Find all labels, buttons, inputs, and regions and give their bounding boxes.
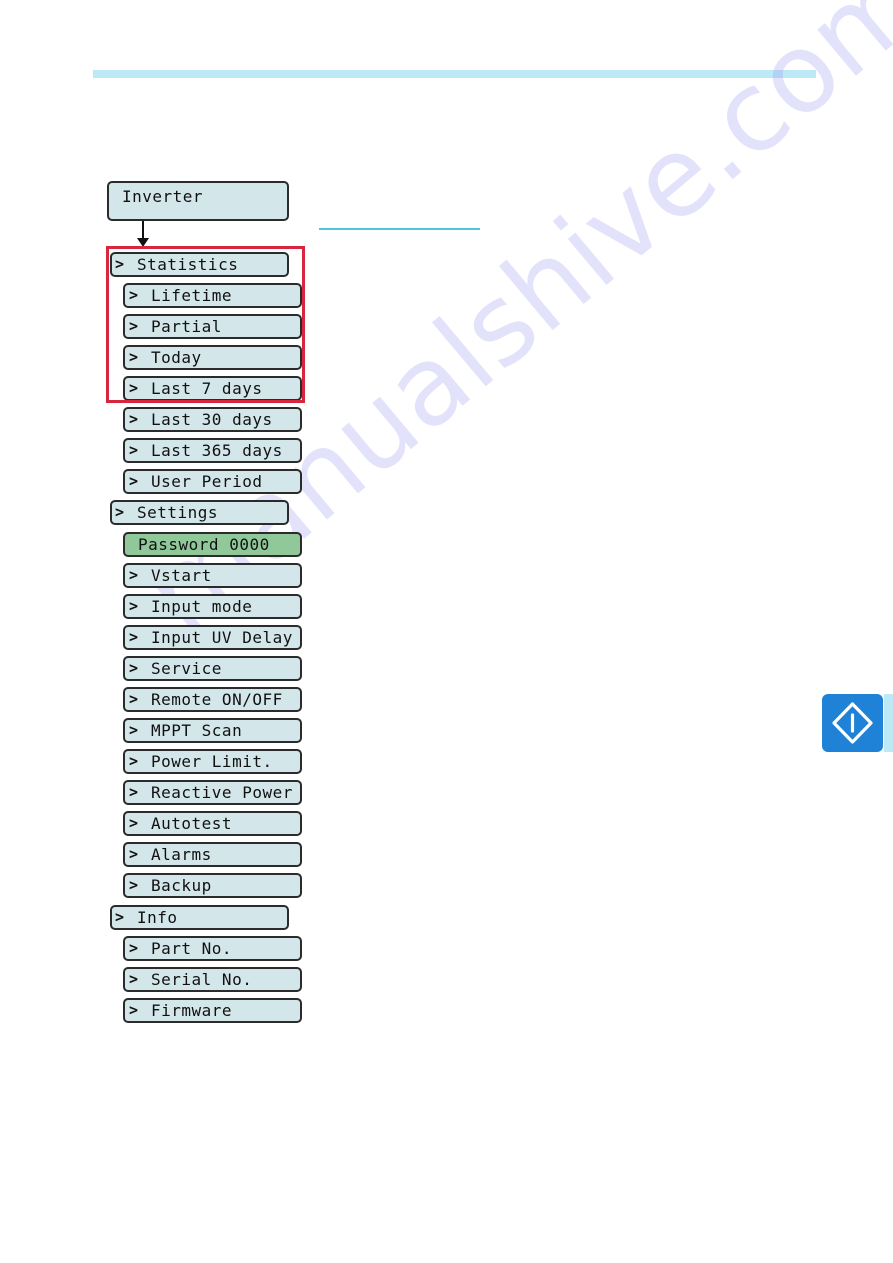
menu-settings[interactable]: > Settings <box>110 500 289 525</box>
section-tab <box>884 694 893 752</box>
chevron-right-icon: > <box>129 690 139 708</box>
chevron-right-icon: > <box>129 441 139 459</box>
menu-label: Part No. <box>151 938 233 958</box>
chevron-right-icon: > <box>115 503 125 521</box>
root-label: Inverter <box>122 187 204 206</box>
chevron-right-icon: > <box>129 597 139 615</box>
menu-label: Input mode <box>151 596 253 616</box>
info-diamond-icon <box>832 702 873 744</box>
menu-item-alarms[interactable]: > Alarms <box>123 842 302 867</box>
chevron-right-icon: > <box>129 1001 139 1019</box>
chevron-right-icon: > <box>129 876 139 894</box>
lcd-root-inverter[interactable]: Inverter <box>107 181 289 221</box>
menu-item-mppt-scan[interactable]: > MPPT Scan <box>123 718 302 743</box>
password-field[interactable]: Password 0000 <box>123 532 302 557</box>
menu-label: Vstart <box>151 565 212 585</box>
menu-item-power-limit[interactable]: > Power Limit. <box>123 749 302 774</box>
menu-label: Power Limit. <box>151 751 273 771</box>
menu-label: Autotest <box>151 813 233 833</box>
chevron-right-icon: > <box>129 566 139 584</box>
chevron-right-icon: > <box>129 752 139 770</box>
menu-item-remote-on-off[interactable]: > Remote ON/OFF <box>123 687 302 712</box>
menu-item-input-uv-delay[interactable]: > Input UV Delay <box>123 625 302 650</box>
menu-label: Firmware <box>151 1000 233 1020</box>
menu-label: Last 365 days <box>151 440 283 460</box>
header-bar <box>93 70 816 78</box>
menu-item-vstart[interactable]: > Vstart <box>123 563 302 588</box>
chevron-right-icon: > <box>129 659 139 677</box>
menu-label: User Period <box>151 471 263 491</box>
menu-label: Service <box>151 658 222 678</box>
menu-label: Serial No. <box>151 969 253 989</box>
chevron-right-icon: > <box>129 970 139 988</box>
menu-item-last-365-days[interactable]: > Last 365 days <box>123 438 302 463</box>
chevron-right-icon: > <box>129 814 139 832</box>
section-badge <box>822 694 883 752</box>
chevron-right-icon: > <box>129 783 139 801</box>
menu-label: Info <box>137 907 178 927</box>
menu-item-input-mode[interactable]: > Input mode <box>123 594 302 619</box>
menu-label: Remote ON/OFF <box>151 689 283 709</box>
menu-label: MPPT Scan <box>151 720 243 740</box>
menu-item-service[interactable]: > Service <box>123 656 302 681</box>
menu-item-serial-no[interactable]: > Serial No. <box>123 967 302 992</box>
chevron-right-icon: > <box>129 939 139 957</box>
menu-label: Input UV Delay <box>151 627 293 647</box>
menu-item-user-period[interactable]: > User Period <box>123 469 302 494</box>
menu-item-part-no[interactable]: > Part No. <box>123 936 302 961</box>
menu-label: Last 30 days <box>151 409 273 429</box>
chevron-right-icon: > <box>115 908 125 926</box>
chevron-right-icon: > <box>129 628 139 646</box>
menu-item-backup[interactable]: > Backup <box>123 873 302 898</box>
menu-item-reactive-power[interactable]: > Reactive Power <box>123 780 302 805</box>
menu-item-last-30-days[interactable]: > Last 30 days <box>123 407 302 432</box>
chevron-right-icon: > <box>129 472 139 490</box>
menu-label: Alarms <box>151 844 212 864</box>
menu-label: Reactive Power <box>151 782 293 802</box>
menu-item-firmware[interactable]: > Firmware <box>123 998 302 1023</box>
menu-label: Backup <box>151 875 212 895</box>
chevron-right-icon: > <box>129 410 139 428</box>
menu-label: Settings <box>137 502 219 522</box>
statistics-highlight-box <box>106 246 305 403</box>
menu-info[interactable]: > Info <box>110 905 289 930</box>
password-label: Password 0000 <box>138 534 270 554</box>
chevron-right-icon: > <box>129 845 139 863</box>
menu-item-autotest[interactable]: > Autotest <box>123 811 302 836</box>
chevron-right-icon: > <box>129 721 139 739</box>
title-underline <box>319 228 480 230</box>
